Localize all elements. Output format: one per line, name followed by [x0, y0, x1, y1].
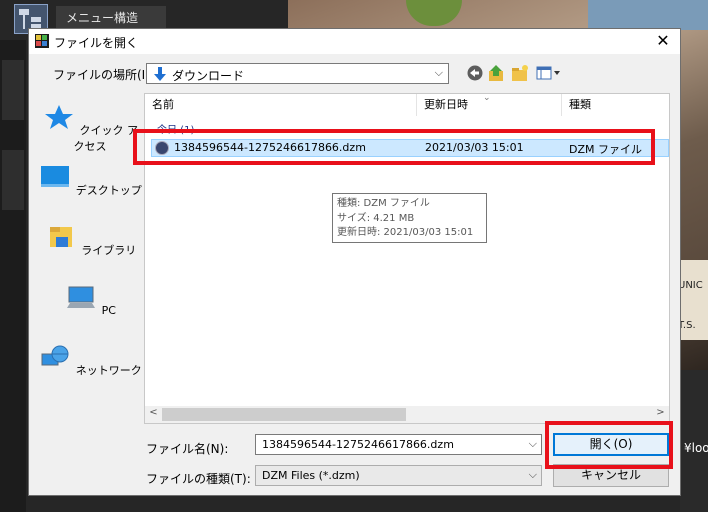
file-list-header: 名前 ⌄ 更新日時 種類 [145, 94, 669, 116]
column-header-modified-label: 更新日時 [424, 98, 468, 111]
filetype-value: DZM Files (*.dzm) [262, 469, 360, 482]
tooltip-type: 種類: DZM ファイル [337, 198, 430, 209]
dialog-title: ファイルを開く [54, 36, 139, 50]
path-text: ¥loop [684, 441, 708, 455]
location-label: ファイルの場所(I): [53, 68, 154, 82]
place-pc[interactable]: PC [37, 284, 143, 317]
place-label: クイック アクセス [73, 124, 139, 153]
file-tooltip: 種類: DZM ファイル サイズ: 4.21 MB 更新日時: 2021/03/… [332, 193, 487, 243]
network-icon [41, 345, 69, 366]
scroll-right-icon[interactable]: > [652, 407, 669, 418]
place-label: ネットワーク [75, 364, 142, 377]
filetype-dropdown[interactable]: DZM Files (*.dzm) ⌵ [255, 465, 542, 486]
dialog-titlebar: ファイルを開く ✕ [29, 29, 680, 54]
column-header-name[interactable]: 名前 [145, 94, 417, 116]
tooltip-size: サイズ: 4.21 MB [337, 212, 415, 224]
desktop-icon [41, 166, 70, 187]
left-panel [0, 40, 26, 512]
places-bar: クイック アクセス デスクトップ ライブラリ PC ネットワーク [37, 96, 143, 422]
place-label: PC [101, 304, 116, 317]
pc-icon [67, 286, 96, 308]
filetype-label: ファイルの種類(T): [146, 472, 251, 486]
place-desktop[interactable]: デスクトップ [37, 164, 143, 198]
location-dropdown[interactable]: ダウンロード ⌵ [146, 63, 449, 84]
column-header-type[interactable]: 種類 [562, 94, 669, 116]
tooltip-modified: 更新日時: 2021/03/03 15:01 [337, 227, 474, 238]
up-folder-icon[interactable] [487, 63, 507, 83]
place-quick-access[interactable]: クイック アクセス [37, 104, 143, 154]
scrollbar-thumb[interactable] [162, 408, 406, 421]
filename-value: 1384596544-1275246617866.dzm [262, 438, 454, 451]
filename-input[interactable]: 1384596544-1275246617866.dzm ⌵ [255, 434, 542, 455]
back-icon[interactable] [465, 63, 485, 83]
close-button[interactable]: ✕ [646, 29, 680, 54]
library-icon [49, 227, 72, 247]
menu-structure-tab[interactable]: メニュー構造 [56, 6, 166, 30]
chevron-down-icon: ⌵ [434, 66, 443, 79]
sort-arrow-icon: ⌄ [483, 93, 491, 103]
scroll-left-icon[interactable]: < [145, 407, 162, 418]
chevron-down-icon: ⌵ [528, 468, 537, 481]
place-network[interactable]: ネットワーク [37, 344, 143, 378]
download-arrow-icon [154, 67, 166, 81]
star-icon [45, 105, 73, 129]
sign-text-top: UNIC [678, 280, 703, 291]
place-library[interactable]: ライブラリ [37, 224, 143, 258]
new-folder-icon[interactable] [510, 63, 530, 83]
highlight-file-row [133, 129, 655, 165]
chevron-down-icon: ⌵ [528, 437, 537, 450]
app-icon [35, 34, 49, 48]
view-menu-icon[interactable] [535, 63, 561, 83]
column-header-modified[interactable]: ⌄ 更新日時 [417, 94, 562, 116]
location-value: ダウンロード [172, 69, 245, 83]
place-label: デスクトップ [75, 184, 142, 197]
highlight-open-button [545, 421, 673, 469]
filename-label: ファイル名(N): [146, 442, 229, 456]
place-label: ライブラリ [81, 244, 137, 257]
